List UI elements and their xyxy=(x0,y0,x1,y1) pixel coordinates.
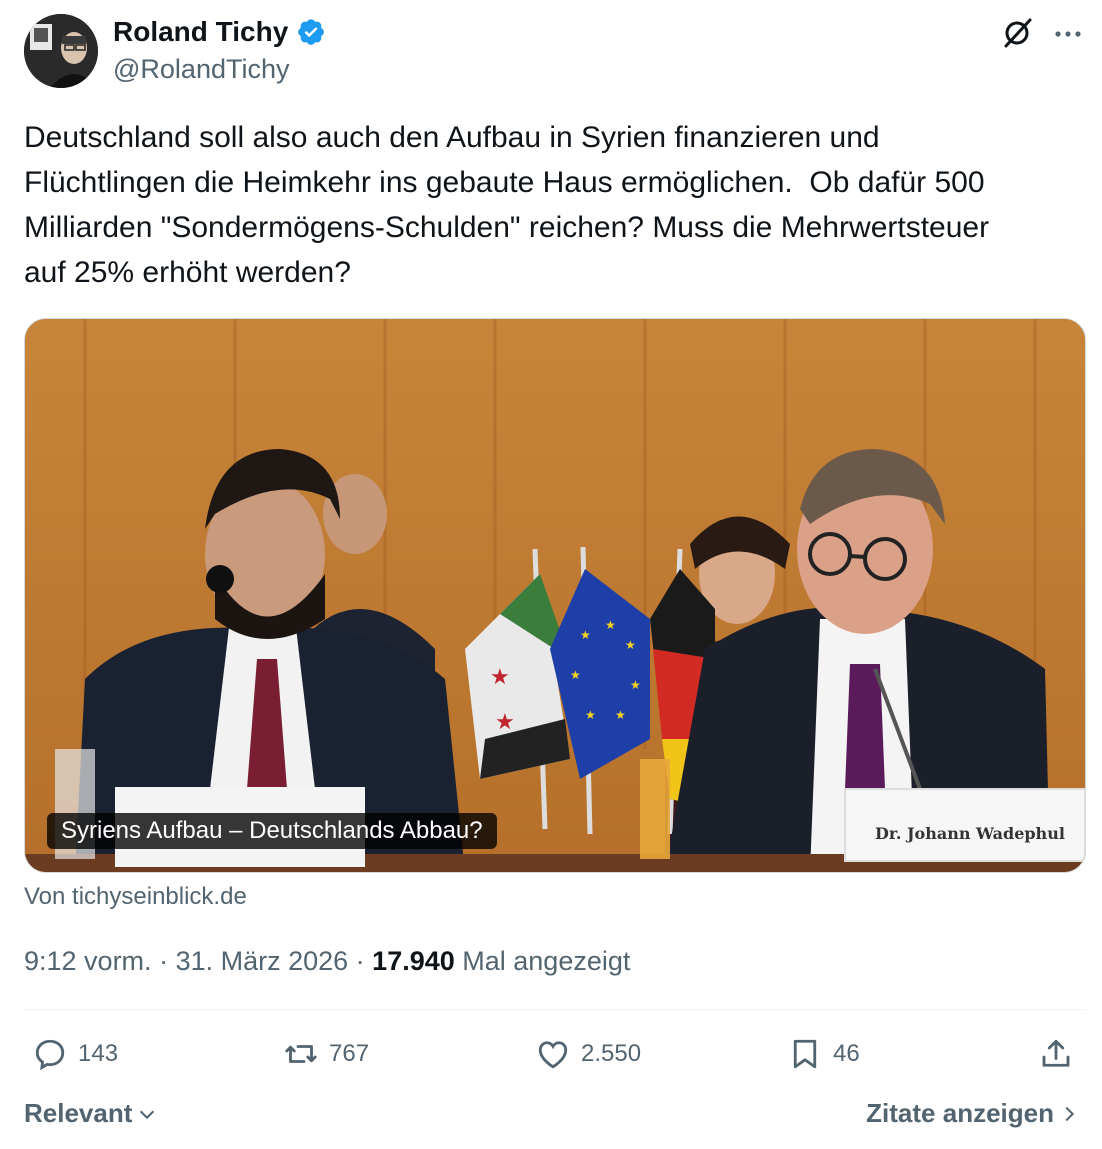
svg-text:★: ★ xyxy=(580,628,591,642)
repost-count: 767 xyxy=(329,1040,370,1067)
tweet-date[interactable]: 31. März 2026 xyxy=(176,946,349,976)
nameplate-text: Dr. Johann Wadephul xyxy=(875,824,1065,843)
sort-dropdown[interactable]: Relevant xyxy=(24,1098,158,1129)
grok-icon[interactable] xyxy=(1001,17,1033,49)
reply-count: 143 xyxy=(78,1040,119,1067)
author-avatar[interactable] xyxy=(24,14,98,88)
bookmark-icon xyxy=(793,1039,817,1069)
more-options-icon[interactable] xyxy=(1052,18,1084,50)
chevron-right-icon xyxy=(1065,1106,1075,1121)
tweet-text: Deutschland soll also auch den Aufbau in… xyxy=(24,121,990,289)
link-card[interactable]: ★ ★ ★ ★ ★ ★ ★ ★ ★ Dr. Johann Wadephul Syrien… xyxy=(24,318,1086,873)
view-label: Mal angezeigt xyxy=(454,946,631,976)
reply-icon xyxy=(35,1039,65,1071)
meta-separator: · xyxy=(348,946,373,976)
author-handle[interactable]: @RolandTichy xyxy=(113,52,289,86)
view-quotes-link[interactable]: Zitate anzeigen xyxy=(866,1098,1080,1129)
divider xyxy=(24,1009,1086,1010)
share-icon xyxy=(1042,1039,1070,1067)
quotes-label: Zitate anzeigen xyxy=(866,1098,1054,1128)
bookmark-count: 46 xyxy=(833,1040,860,1067)
author-name-row[interactable]: Roland Tichy xyxy=(113,15,326,49)
card-title: Syriens Aufbau – Deutschlands Abbau? xyxy=(47,813,497,849)
svg-text:★: ★ xyxy=(495,710,515,735)
chevron-down-icon xyxy=(140,1110,155,1119)
meta-separator: · xyxy=(151,946,176,976)
card-image: ★ ★ ★ ★ ★ ★ ★ ★ ★ Dr. Johann Wadephul xyxy=(25,319,1085,872)
verified-badge-icon xyxy=(298,19,325,45)
svg-text:★: ★ xyxy=(625,638,636,652)
repost-button[interactable]: 767 xyxy=(283,1036,369,1072)
card-source[interactable]: Von tichyseinblick.de xyxy=(24,881,247,913)
view-count: 17.940 xyxy=(372,946,455,976)
avatar-image xyxy=(24,14,98,88)
svg-text:★: ★ xyxy=(570,668,581,682)
share-button[interactable] xyxy=(1038,1036,1084,1072)
author-name[interactable]: Roland Tichy xyxy=(113,15,288,49)
repost-icon xyxy=(285,1045,317,1063)
bookmark-button[interactable]: 46 xyxy=(787,1036,860,1072)
svg-text:★: ★ xyxy=(630,678,641,692)
tweet-meta: 9:12 vorm. · 31. März 2026 · 17.940 Mal … xyxy=(24,943,630,979)
like-count: 2.550 xyxy=(581,1040,642,1067)
like-button[interactable]: 2.550 xyxy=(535,1036,641,1072)
svg-text:★: ★ xyxy=(585,708,596,722)
reply-button[interactable]: 143 xyxy=(32,1036,118,1072)
heart-icon xyxy=(538,1041,568,1069)
tweet-time[interactable]: 9:12 vorm. xyxy=(24,946,152,976)
svg-text:★: ★ xyxy=(605,618,616,632)
svg-text:★: ★ xyxy=(615,708,626,722)
svg-text:★: ★ xyxy=(490,665,510,690)
sort-label: Relevant xyxy=(24,1098,133,1128)
